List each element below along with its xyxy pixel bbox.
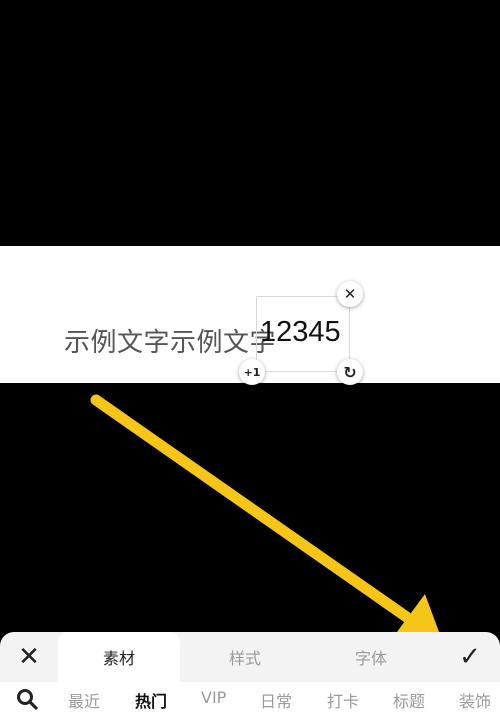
tab-label: 字体 [354, 649, 387, 668]
tab-materials[interactable]: 素材 [58, 632, 180, 682]
tab-font[interactable]: 字体 [310, 632, 432, 682]
panel-tabbar: ✕ 素材 样式 字体 ✓ [0, 632, 500, 682]
category-bar: 最近 热门 VIP 日常 打卡 标题 装饰 [0, 682, 500, 715]
sticker-duplicate-handle[interactable]: +1 [239, 359, 265, 385]
sticker-rotate-handle[interactable]: ↻ [337, 359, 363, 385]
rotate-icon: ↻ [343, 362, 357, 382]
canvas-top-area [0, 0, 500, 246]
confirm-button[interactable]: ✓ [455, 642, 485, 672]
tab-label: 样式 [228, 649, 261, 668]
canvas-bottom-area [0, 383, 500, 633]
search-icon[interactable] [16, 688, 38, 710]
sample-text[interactable]: 示例文字示例文字 [64, 322, 276, 359]
sticker-delete-handle[interactable]: ✕ [337, 281, 363, 307]
close-icon: ✕ [18, 642, 40, 672]
tab-label: 素材 [102, 649, 135, 668]
category-checkin[interactable]: 打卡 [327, 688, 359, 712]
category-daily[interactable]: 日常 [260, 688, 292, 712]
close-icon: ✕ [343, 285, 357, 303]
bottom-panel: ✕ 素材 样式 字体 ✓ 最近 热门 VIP 日常 打卡 标题 装饰 [0, 632, 500, 715]
checkmark-icon: ✓ [459, 642, 481, 672]
category-vip[interactable]: VIP [201, 688, 226, 707]
category-hot[interactable]: 热门 [135, 688, 167, 712]
category-title[interactable]: 标题 [393, 688, 425, 712]
close-button[interactable]: ✕ [14, 642, 44, 672]
category-decoration[interactable]: 装饰 [459, 688, 491, 712]
tab-style[interactable]: 样式 [184, 632, 306, 682]
sticker-text[interactable]: 12345 [260, 316, 341, 349]
category-recent[interactable]: 最近 [68, 688, 100, 712]
duplicate-label: +1 [243, 365, 261, 379]
